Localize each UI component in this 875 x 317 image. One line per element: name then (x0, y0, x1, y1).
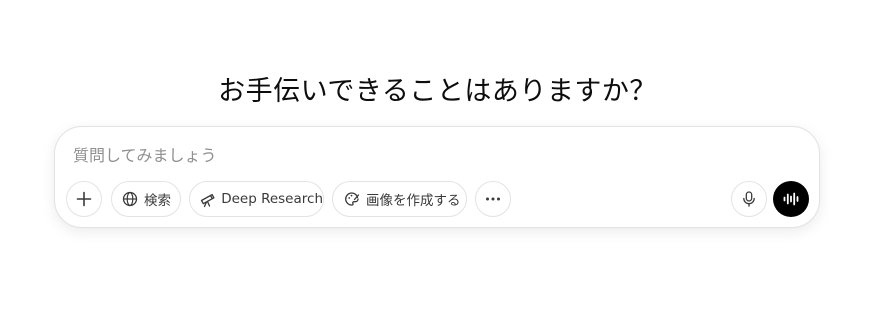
palette-icon (343, 190, 361, 208)
create-image-label: 画像を作成する (366, 193, 461, 209)
chat-start-page: お手伝いできることはありますか？ 検索 (0, 0, 875, 317)
deep-research-button[interactable]: Deep Research (189, 181, 324, 217)
microphone-icon (740, 190, 758, 208)
ellipsis-icon (484, 190, 502, 208)
prompt-composer: 検索 Deep Research (54, 126, 820, 228)
voice-waveform-icon (782, 190, 800, 208)
prompt-input[interactable] (73, 141, 773, 169)
telescope-icon (199, 190, 216, 208)
plus-icon (75, 190, 93, 208)
dictate-button[interactable] (731, 181, 767, 217)
create-image-button[interactable]: 画像を作成する (332, 181, 467, 217)
globe-icon (121, 190, 139, 208)
greeting-heading: お手伝いできることはありますか？ (218, 76, 657, 108)
more-tools-button[interactable] (475, 181, 511, 217)
search-label: 検索 (144, 193, 171, 209)
attach-button[interactable] (66, 181, 102, 217)
voice-mode-button[interactable] (773, 181, 809, 217)
composer-toolbar: 検索 Deep Research 画像を作成する (66, 181, 809, 217)
search-button[interactable]: 検索 (111, 181, 181, 217)
deep-research-label: Deep Research (221, 191, 323, 207)
